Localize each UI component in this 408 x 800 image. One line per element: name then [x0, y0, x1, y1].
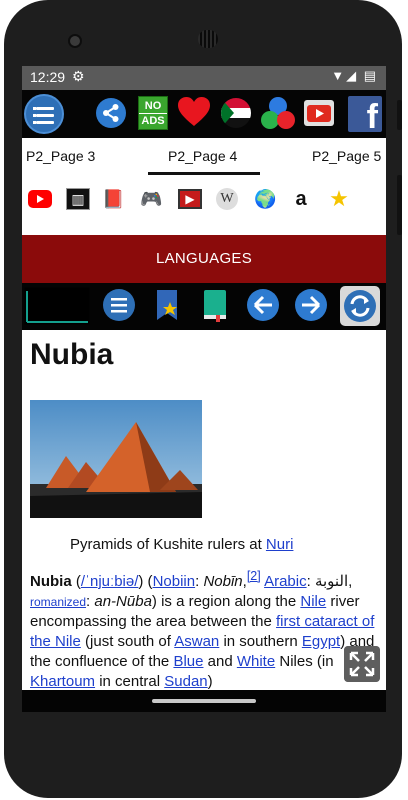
article-content: Nubia Pyramids of Kushite rulers at Nuri… — [22, 330, 386, 690]
star-icon[interactable]: ★ — [328, 188, 350, 210]
link-blue[interactable]: Blue — [173, 653, 203, 670]
list-menu-icon[interactable] — [102, 288, 136, 322]
no-ads-button[interactable]: NO ADS — [138, 96, 168, 130]
page-title: Nubia — [30, 338, 114, 371]
amazon-icon[interactable]: a — [290, 189, 312, 209]
front-camera — [68, 34, 82, 48]
power-button — [397, 175, 402, 235]
home-gesture-bar[interactable] — [152, 699, 256, 703]
facebook-icon[interactable]: f — [348, 96, 382, 136]
colors-icon[interactable] — [260, 96, 296, 132]
refresh-icon[interactable] — [340, 286, 380, 326]
tab-page-4[interactable]: P2_Page 4 — [168, 148, 237, 164]
bookmark-star-icon[interactable] — [150, 288, 184, 322]
wikipedia-icon[interactable]: W — [216, 188, 238, 210]
youtube-icon[interactable] — [28, 190, 52, 208]
globe-icon[interactable]: 🌍 — [254, 189, 276, 209]
film-icon[interactable]: ▥ — [66, 188, 90, 210]
link-khartoum[interactable]: Khartoum — [30, 673, 95, 690]
link-romanized[interactable]: romanized — [30, 595, 86, 609]
quick-icon-row: ▥ 📕 🎮 ▶ W 🌍 a ★ — [22, 176, 386, 222]
languages-banner[interactable]: LANGUAGES — [22, 235, 386, 283]
link-egypt[interactable]: Egypt — [302, 633, 340, 650]
sudan-flag-icon[interactable] — [220, 97, 252, 129]
page-tabs: P2_Page 3 P2_Page 4 P2_Page 5 — [22, 138, 386, 177]
video-player-icon[interactable]: ▶ — [178, 189, 202, 209]
signal-battery-icons: ▼◢ ▤ — [331, 68, 378, 83]
status-bar: 12:29 ⚙ ▼◢ ▤ — [22, 66, 386, 90]
screen: 12:29 ⚙ ▼◢ ▤ NO ADS f P2_Page 3 P2_Page … — [22, 66, 386, 712]
earpiece-speaker — [198, 30, 218, 48]
video-icon[interactable] — [304, 100, 334, 126]
image-caption: Pyramids of Kushite rulers at Nuri — [70, 536, 294, 553]
link-aswan[interactable]: Aswan — [174, 633, 219, 650]
gear-icon: ⚙ — [72, 68, 85, 84]
status-time: 12:29 — [30, 69, 66, 85]
link-ipa[interactable]: /ˈnjuːbiə/ — [81, 573, 139, 590]
link-nobiin[interactable]: Nobiin — [153, 573, 196, 590]
link-nuri[interactable]: Nuri — [266, 536, 294, 553]
no-ads-bottom: ADS — [139, 113, 167, 128]
heart-icon[interactable] — [178, 97, 210, 127]
link-white[interactable]: White — [237, 653, 275, 670]
top-toolbar: NO ADS f — [22, 90, 386, 138]
progress-indicator — [24, 287, 90, 325]
article-nav-bar — [22, 283, 386, 330]
menu-button[interactable] — [24, 94, 64, 134]
active-tab-indicator — [148, 172, 260, 175]
share-icon[interactable] — [96, 98, 126, 128]
book-icon[interactable]: 📕 — [102, 189, 124, 209]
fullscreen-icon[interactable] — [344, 646, 380, 682]
link-nile[interactable]: Nile — [300, 593, 326, 610]
gamepad-icon[interactable]: 🎮 — [140, 189, 162, 209]
link-arabic[interactable]: Arabic — [264, 573, 307, 590]
volume-button — [397, 100, 402, 130]
reference-link[interactable]: [2] — [247, 569, 261, 583]
forward-arrow-icon[interactable] — [294, 288, 328, 322]
pyramids-image — [30, 400, 202, 518]
tab-page-3[interactable]: P2_Page 3 — [26, 148, 95, 164]
tab-page-5[interactable]: P2_Page 5 — [312, 148, 381, 164]
book-icon[interactable] — [198, 288, 232, 322]
back-arrow-icon[interactable] — [246, 288, 280, 322]
link-sudan[interactable]: Sudan — [164, 673, 207, 690]
no-ads-top: NO — [144, 100, 162, 112]
article-paragraph: Nubia (/ˈnjuːbiə/) (Nobiin: Nobīn,[2] Ar… — [30, 569, 375, 690]
